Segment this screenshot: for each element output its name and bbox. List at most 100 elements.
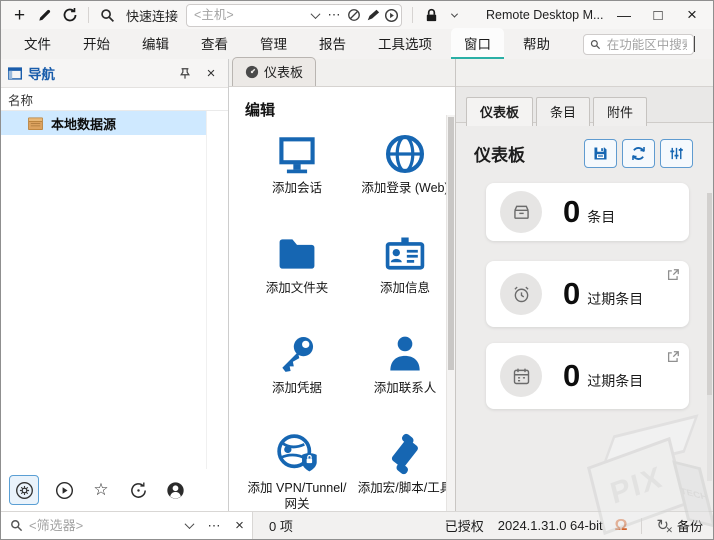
protocol-button[interactable] xyxy=(344,5,363,25)
refresh-button[interactable] xyxy=(622,139,655,168)
more-options-button[interactable]: ⋯ xyxy=(325,5,344,25)
lock-button[interactable] xyxy=(419,3,444,27)
document-tabstrip: 仪表板 xyxy=(229,59,455,87)
filter-dropdown-chevron[interactable] xyxy=(180,516,199,536)
add-folder-action[interactable]: 添加文件夹 xyxy=(245,232,349,332)
expiring-entries-card[interactable]: 0 过期条目 xyxy=(486,343,689,409)
add-session-action[interactable]: 添加会话 xyxy=(245,132,349,232)
tab-dashboard[interactable]: 仪表板 xyxy=(466,97,533,126)
tab-home[interactable]: 开始 xyxy=(70,28,123,59)
user-view-button[interactable] xyxy=(163,478,187,502)
document-tab-label: 仪表板 xyxy=(264,62,303,81)
tab-administration[interactable]: 管理 xyxy=(247,28,300,59)
contact-icon xyxy=(383,332,427,376)
close-button[interactable]: × xyxy=(675,2,709,28)
backup-button[interactable]: 备份 xyxy=(677,516,703,535)
ribbon-search-box xyxy=(583,34,694,55)
window-title: Remote Desktop M... xyxy=(486,8,603,22)
backup-icon: ↻✕ xyxy=(656,518,669,533)
divider xyxy=(641,518,642,534)
ribbon-search-input[interactable] xyxy=(607,38,687,52)
dashboard-scrollbar[interactable] xyxy=(707,193,712,481)
scrollbar-thumb[interactable] xyxy=(707,193,712,395)
tab-tools[interactable]: 工具选项 xyxy=(365,28,445,59)
refresh-icon xyxy=(62,7,78,23)
ribbon-collapse-chevron[interactable] xyxy=(694,36,695,51)
add-credential-action[interactable]: 添加凭据 xyxy=(245,332,349,432)
dashboard-body: 仪表板 xyxy=(456,122,713,511)
tab-view[interactable]: 查看 xyxy=(188,28,241,59)
refresh-button[interactable] xyxy=(57,3,82,27)
name-column-header[interactable]: 名称 xyxy=(1,87,228,111)
favorites-view-button[interactable]: ☆ xyxy=(89,478,113,502)
navigation-window-icon xyxy=(8,67,22,80)
tab-entries[interactable]: 条目 xyxy=(536,97,590,126)
search-icon xyxy=(10,519,23,532)
history-view-button[interactable] xyxy=(126,478,150,502)
expired-entries-card[interactable]: 0过期条目 xyxy=(486,261,689,327)
macro-scroll-icon xyxy=(383,432,427,476)
refresh-icon xyxy=(630,145,647,162)
pin-button[interactable] xyxy=(174,63,196,83)
play-circle-icon xyxy=(384,8,399,23)
entries-count: 0 xyxy=(563,194,580,230)
divider xyxy=(88,7,89,23)
add-button[interactable]: + xyxy=(7,3,32,27)
dashboard-view-button[interactable] xyxy=(9,475,39,505)
save-button[interactable] xyxy=(584,139,617,168)
tab-help[interactable]: 帮助 xyxy=(510,28,563,59)
tree-item-local-datasource[interactable]: 本地数据源 xyxy=(1,111,206,135)
external-link-icon[interactable] xyxy=(666,268,680,282)
entries-card[interactable]: 0条目 xyxy=(486,183,689,241)
tab-attachments[interactable]: 附件 xyxy=(593,97,647,126)
external-link-icon[interactable] xyxy=(666,350,680,364)
search-icon xyxy=(590,38,601,51)
add-contact-action[interactable]: 添加联系人 xyxy=(349,332,455,432)
card-icon-circle xyxy=(500,355,542,397)
titlebar-chevron[interactable] xyxy=(444,3,464,27)
tab-edit[interactable]: 编辑 xyxy=(129,28,182,59)
add-vpn-action[interactable]: 添加 VPN/Tunnel/网关 xyxy=(245,432,349,511)
items-count: 0 项 xyxy=(269,516,293,535)
tab-file[interactable]: 文件 xyxy=(11,28,64,59)
editor-scrollbar[interactable] xyxy=(446,115,455,511)
globe-icon xyxy=(383,132,427,176)
filter-input[interactable] xyxy=(29,518,174,533)
expiring-label: 过期条目 xyxy=(587,371,643,391)
filter-clear-button[interactable]: × xyxy=(230,516,249,536)
gear-circle-icon xyxy=(15,481,34,500)
chevron-down-icon xyxy=(185,519,195,529)
devolutions-icon[interactable]: Ω xyxy=(615,517,628,535)
tab-dashboard-document[interactable]: 仪表板 xyxy=(232,57,316,86)
filter-more-button[interactable]: ⋯ xyxy=(205,516,224,536)
expiring-count: 0 xyxy=(563,358,580,394)
edit-host-button[interactable] xyxy=(363,5,382,25)
dashboard-tabs: 仪表板 条目 附件 xyxy=(466,97,650,126)
add-macro-action[interactable]: 添加宏/脚本/工具 xyxy=(349,432,455,511)
navigation-header: 导航 × xyxy=(1,59,228,87)
tab-report[interactable]: 报告 xyxy=(306,28,359,59)
edit-button[interactable] xyxy=(32,3,57,27)
alarm-clock-icon xyxy=(511,284,532,305)
app-window: + 快速连接 ⋯ R xyxy=(0,0,714,540)
scrollbar-thumb[interactable] xyxy=(448,117,454,370)
history-icon xyxy=(129,481,148,500)
datasource-box-icon xyxy=(27,116,44,131)
expired-label: 过期条目 xyxy=(587,289,643,309)
connect-button[interactable] xyxy=(382,5,401,25)
close-panel-button[interactable]: × xyxy=(200,63,222,83)
add-information-action[interactable]: 添加信息 xyxy=(349,232,455,332)
add-web-login-action[interactable]: 添加登录 (Web) xyxy=(349,132,455,232)
sessions-view-button[interactable] xyxy=(52,478,76,502)
configure-button[interactable] xyxy=(660,139,693,168)
tab-window[interactable]: 窗口 xyxy=(451,28,504,59)
minimize-button[interactable]: — xyxy=(607,2,641,28)
play-circle-icon xyxy=(55,481,74,500)
gauge-icon xyxy=(245,65,259,79)
status-bar: ⋯ × 0 项 已授权 2024.1.31.0 64-bit Ω ↻✕ 备份 xyxy=(1,511,713,539)
maximize-button[interactable]: □ xyxy=(641,2,675,28)
host-input[interactable] xyxy=(194,8,306,22)
vpn-globe-shield-icon xyxy=(275,432,319,476)
plus-icon: + xyxy=(14,6,25,25)
host-dropdown-chevron[interactable] xyxy=(306,5,325,25)
